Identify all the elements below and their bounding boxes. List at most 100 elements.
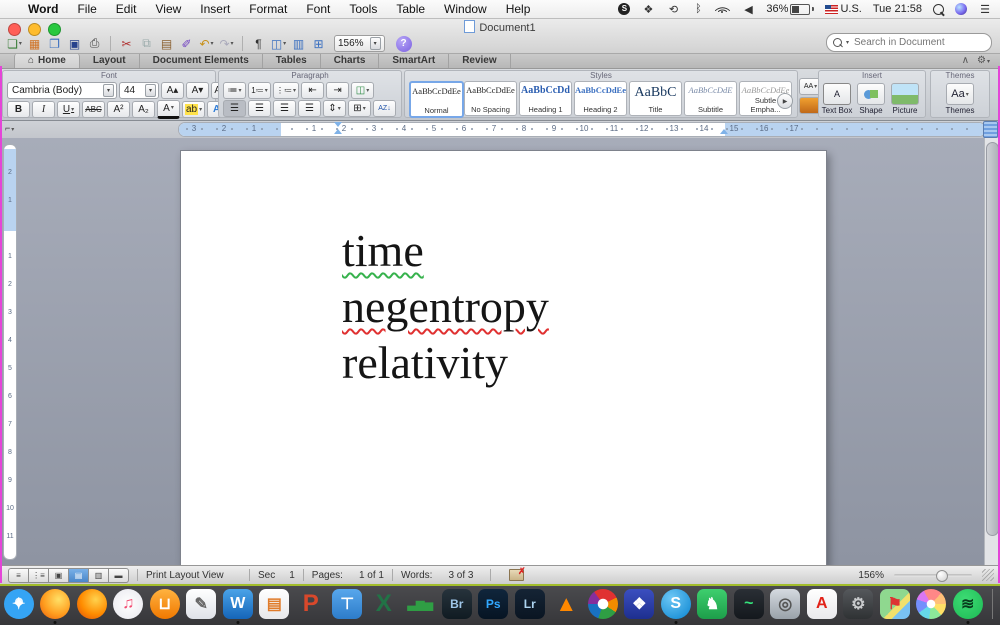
zoom-slider-thumb[interactable]: [936, 570, 948, 582]
decrease-indent-button[interactable]: ⇤: [301, 82, 324, 99]
style-card-subtitle[interactable]: AaBbCcDdESubtitle: [684, 81, 737, 116]
bullets-button[interactable]: ≔▾: [223, 82, 246, 99]
search-scope-chevron[interactable]: ▾: [846, 39, 849, 46]
dock-system-preferences[interactable]: ⚙: [843, 589, 873, 619]
notification-center-icon[interactable]: ☰: [978, 2, 992, 16]
save-button[interactable]: ▣: [66, 35, 83, 52]
dock-dropbox[interactable]: ❖: [624, 589, 654, 619]
menu-item-view[interactable]: View: [155, 2, 181, 16]
align-left-button[interactable]: ☰: [223, 100, 246, 117]
siri-menu-icon[interactable]: [955, 3, 967, 15]
shrink-font-button[interactable]: A▾: [186, 82, 209, 99]
dropbox-menu-icon[interactable]: ❖: [641, 2, 655, 16]
print-button[interactable]: ⎙: [86, 35, 103, 52]
page[interactable]: timenegentropyrelativity: [180, 150, 827, 565]
spotlight-icon[interactable]: [933, 4, 944, 15]
align-center-button[interactable]: ☰: [248, 100, 271, 117]
style-card-no-spacing[interactable]: AaBbCcDdEeNo Spacing: [464, 81, 517, 116]
publishing-layout-view-button[interactable]: ▣: [49, 568, 69, 583]
copy-button[interactable]: ⧉: [138, 35, 155, 52]
cut-button[interactable]: ✂: [118, 35, 135, 52]
highlight-button[interactable]: ab▾: [182, 101, 205, 118]
ribbon-settings-button[interactable]: ⚙▾: [977, 55, 990, 66]
text-line[interactable]: relativity: [342, 335, 549, 391]
dock-maps[interactable]: ⚑: [880, 589, 910, 619]
numbering-button[interactable]: 1≔▾: [248, 82, 271, 99]
dock-keynote[interactable]: ⊤: [332, 589, 362, 619]
dock-picasa[interactable]: [588, 589, 618, 619]
font-name-select[interactable]: Cambria (Body)▾: [7, 82, 117, 99]
open-button[interactable]: ❐: [46, 35, 63, 52]
borders-shading-button[interactable]: ⊞▾: [348, 100, 371, 117]
hanging-indent-marker[interactable]: [334, 129, 342, 134]
right-indent-marker[interactable]: [720, 129, 728, 134]
words-value[interactable]: 3 of 3: [448, 570, 473, 581]
wifi-icon[interactable]: [716, 4, 730, 15]
tab-home[interactable]: ⌂Home: [14, 53, 80, 68]
horizontal-ruler[interactable]: 3211234567891011121314151617: [178, 122, 986, 137]
document-map-button[interactable]: ▥: [290, 35, 307, 52]
menu-item-font[interactable]: Font: [306, 2, 330, 16]
justify-button[interactable]: ☰: [298, 100, 321, 117]
spelling-status-icon[interactable]: ✗: [509, 569, 524, 581]
dock-excel[interactable]: X: [369, 589, 399, 619]
menu-item-window[interactable]: Window: [444, 2, 487, 16]
menu-item-tools[interactable]: Tools: [349, 2, 377, 16]
tab-smartart[interactable]: SmartArt: [379, 53, 449, 68]
dock-acrobat-reader[interactable]: A: [807, 589, 837, 619]
resize-grip[interactable]: [982, 569, 994, 581]
tab-document-elements[interactable]: Document Elements: [140, 53, 263, 68]
menu-item-help[interactable]: Help: [506, 2, 531, 16]
tab-review[interactable]: Review: [449, 53, 510, 68]
style-card-heading-1[interactable]: AaBbCcDdHeading 1: [519, 81, 572, 116]
bold-button[interactable]: B: [7, 101, 30, 118]
styles-gallery-expander[interactable]: ▶: [777, 93, 793, 109]
strikethrough-button[interactable]: ABC: [82, 101, 105, 118]
text-line[interactable]: time: [342, 223, 549, 279]
elements-gallery-button[interactable]: ▦: [26, 35, 43, 52]
new-document-button[interactable]: ❏▾: [6, 35, 23, 52]
vertical-ruler[interactable]: 211234567891011: [3, 144, 17, 560]
collapse-ribbon-button[interactable]: ∧: [962, 55, 969, 66]
zoom-slider[interactable]: [894, 574, 972, 577]
toolbar-zoom-select[interactable]: 156%▾: [334, 35, 385, 52]
menu-item-format[interactable]: Format: [249, 2, 287, 16]
dock-evernote[interactable]: ♞: [697, 589, 727, 619]
dock-safari[interactable]: ✦: [4, 589, 34, 619]
tab-tables[interactable]: Tables: [263, 53, 321, 68]
dock-activity-monitor[interactable]: ~: [734, 589, 764, 619]
dock-powerpoint[interactable]: P: [296, 589, 326, 619]
underline-button[interactable]: U▾: [57, 101, 80, 118]
print-layout-view-button[interactable]: ▤: [69, 568, 89, 583]
menu-item-edit[interactable]: Edit: [116, 2, 137, 16]
style-card-normal[interactable]: AaBbCcDdEeNormal: [409, 81, 464, 118]
menu-clock[interactable]: Tue 21:58: [873, 3, 922, 15]
org-chart-button[interactable]: ⊞: [310, 35, 327, 52]
italic-button[interactable]: I: [32, 101, 55, 118]
insert-text-box-button[interactable]: A Text Box: [821, 83, 853, 115]
dock-skype[interactable]: S: [661, 589, 691, 619]
dock-office-document[interactable]: ▤: [259, 589, 289, 619]
tab-layout[interactable]: Layout: [80, 53, 140, 68]
first-line-indent-marker[interactable]: [334, 122, 342, 127]
focus-view-button[interactable]: ▬: [109, 568, 129, 583]
tab-stop-selector[interactable]: ⌐▾: [5, 123, 14, 133]
redo-button[interactable]: ↷▾: [218, 35, 235, 52]
subscript-button[interactable]: A₂: [132, 101, 155, 118]
menu-item-word[interactable]: Word: [28, 2, 58, 16]
dock-firefox-2[interactable]: [77, 589, 107, 619]
menu-item-file[interactable]: File: [77, 2, 96, 16]
multilevel-list-button[interactable]: ⋮≔▾: [273, 82, 299, 99]
style-card-title[interactable]: AaBbCTitle: [629, 81, 682, 116]
dock-bridge[interactable]: Br: [442, 589, 472, 619]
outline-view-button[interactable]: ⋮≡: [29, 568, 49, 583]
help-button[interactable]: ?: [396, 36, 412, 52]
insert-shape-button[interactable]: Shape: [855, 83, 887, 115]
dock-books[interactable]: ⊔: [150, 589, 180, 619]
dock-textedit[interactable]: ✎: [186, 589, 216, 619]
volume-icon[interactable]: ◀: [741, 2, 755, 16]
time-machine-icon[interactable]: ⟲: [666, 2, 680, 16]
tab-charts[interactable]: Charts: [321, 53, 380, 68]
dock-lightroom[interactable]: Lr: [515, 589, 545, 619]
menu-item-insert[interactable]: Insert: [200, 2, 230, 16]
